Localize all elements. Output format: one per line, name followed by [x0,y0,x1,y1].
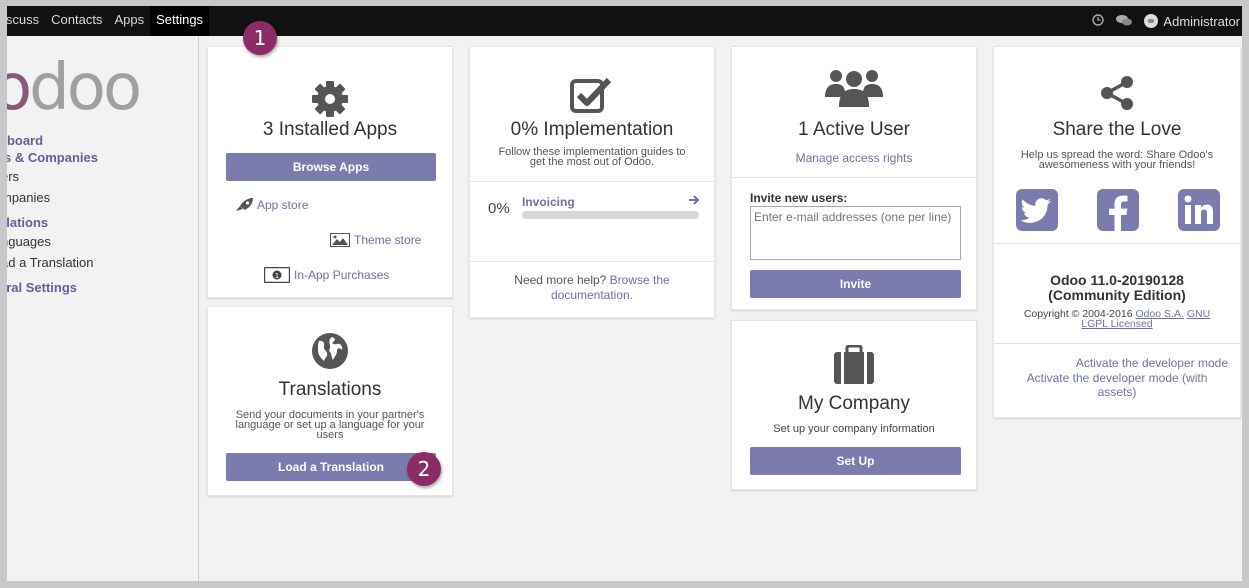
invite-label: Invite new users: [750,191,848,205]
version-edition: (Community Edition) [1048,287,1186,303]
facebook-icon[interactable] [1097,189,1139,236]
menu-settings[interactable]: Settings [150,6,210,36]
set-up-button[interactable]: Set Up [750,447,961,475]
share-card: Share the Love Help us spread the word: … [993,46,1241,418]
my-company-subtitle: Set up your company information [773,423,935,435]
top-menu: iscuss Contacts Apps Settings [7,6,210,36]
lgpl-link[interactable]: LGPL Licensed [1081,318,1152,330]
manage-access-rights-link[interactable]: Manage access rights [732,151,976,165]
share-icon [994,75,1240,111]
menu-discuss[interactable]: iscuss [7,6,45,36]
dev-mode-assets-line-2: assets) [1097,385,1137,399]
odoo-logo: odoo [7,51,142,125]
money-icon: 1 [264,267,290,283]
twitter-icon[interactable] [1016,189,1058,236]
check-square-icon [470,75,714,115]
users-icon [732,67,976,107]
version-info: Odoo 11.0-20190128 (Community Edition) [994,273,1240,303]
active-users-title: 1 Active User [798,119,910,140]
app-store-label: App store [257,198,309,212]
window-frame: iscuss Contacts Apps Settings Administra… [0,0,1249,588]
implementation-subtitle-2: get the most out of Odoo. [529,156,655,168]
invoicing-progress-bar [522,211,699,219]
share-title: Share the Love [1052,119,1182,140]
my-company-title: My Company [798,393,910,414]
my-company-card: My Company Set up your company informati… [731,320,977,490]
version-number: Odoo 11.0-20190128 [1050,272,1184,288]
arrow-right-icon[interactable] [688,193,700,211]
sidebar: odoo hboard rs & Companies ers mpanies s… [7,36,199,581]
user-menu[interactable]: Administrator [1144,14,1240,29]
browse-documentation-link-1[interactable]: Browse the [610,273,670,287]
theme-store-label: Theme store [354,233,422,247]
activate-developer-mode-link[interactable]: Activate the developer mode [1076,356,1228,370]
sidebar-item-users[interactable]: ers [7,166,98,187]
sidebar-item-general-settings[interactable]: eral Settings [7,279,98,296]
gear-icon [208,79,452,119]
in-app-purchases-link[interactable]: 1 In-App Purchases [264,267,389,283]
menu-apps[interactable]: Apps [108,6,150,36]
annotation-badge-1: 1 [243,21,277,55]
svg-text:1: 1 [275,272,279,280]
briefcase-icon [732,345,976,385]
rocket-icon [236,198,253,211]
implementation-percent: 0% [488,200,510,217]
translations-subtitle-3: users [316,429,344,441]
top-navbar: iscuss Contacts Apps Settings Administra… [7,6,1242,36]
sidebar-nav: hboard rs & Companies ers mpanies slatio… [7,132,98,296]
implementation-title: 0% Implementation [510,119,674,140]
theme-store-link[interactable]: Theme store [330,233,421,247]
sidebar-item-load-translation[interactable]: ad a Translation [7,252,98,273]
active-users-card: 1 Active User Manage access rights Invit… [731,46,977,310]
chat-bubbles-icon[interactable] [1116,14,1133,29]
invoicing-guide-link[interactable]: Invoicing [522,195,575,209]
app-store-link[interactable]: App store [234,197,308,213]
activate-developer-mode-assets-link[interactable]: Activate the developer mode (with assets… [994,371,1240,399]
user-name: Administrator [1163,13,1240,29]
help-text: Need more help? Browse the documentation… [470,273,714,303]
dev-mode-assets-line-1: Activate the developer mode (with [1026,371,1208,385]
sidebar-section-translations: slations [0,215,49,230]
share-subtitle-2: awesomeness with your friends! [1038,159,1196,171]
picture-icon [330,233,350,247]
top-right-tray: Administrator [1092,6,1240,36]
translations-title: Translations [278,379,382,400]
invite-emails-input[interactable] [750,206,961,260]
sidebar-item-companies[interactable]: mpanies [7,187,98,208]
globe-icon [208,331,452,371]
sidebar-section-users-companies: rs & Companies [0,150,98,165]
browse-documentation-link-2[interactable]: documentation. [551,288,633,302]
implementation-card: 0% Implementation Follow these implement… [469,46,715,318]
annotation-badge-2: 2 [407,452,441,486]
linkedin-icon[interactable] [1178,189,1220,236]
invite-button[interactable]: Invite [750,270,961,298]
installed-apps-card: 3 Installed Apps Browse Apps App store T… [207,46,453,298]
sidebar-item-dashboard[interactable]: hboard [7,132,98,149]
avatar [1144,14,1159,28]
gnu-link[interactable]: GNU [1187,308,1210,320]
installed-apps-title: 3 Installed Apps [262,119,398,140]
activity-clock-icon[interactable] [1092,13,1105,29]
copyright: Copyright © 2004-2016 Odoo S.A. GNU LGPL… [994,308,1240,330]
sidebar-item-languages[interactable]: nguages [7,231,98,252]
menu-contacts[interactable]: Contacts [45,6,108,36]
load-translation-button[interactable]: Load a Translation [226,453,436,481]
browse-apps-button[interactable]: Browse Apps [226,153,436,181]
help-text-label: Need more help? [514,273,610,287]
in-app-purchases-label: In-App Purchases [294,268,390,282]
